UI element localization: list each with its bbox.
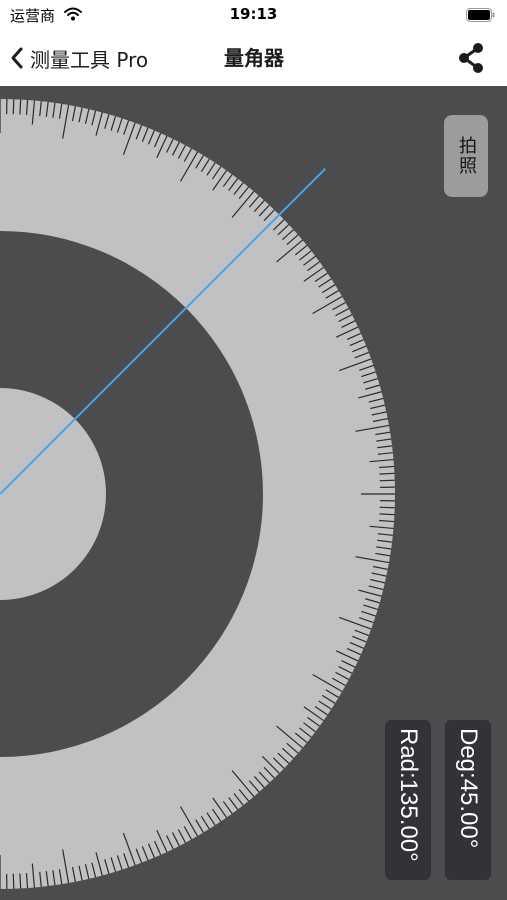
deg-readout-value: Deg:45.00°: [455, 728, 482, 849]
protractor-tick: [379, 479, 395, 482]
protractor-tick: [12, 873, 15, 889]
protractor-tick: [19, 99, 22, 115]
navigation-bar: 测量工具 Pro 量角器: [0, 30, 507, 86]
protractor-tick: [379, 472, 395, 475]
deg-readout: Deg:45.00°: [445, 720, 491, 880]
protractor-tick: [379, 506, 395, 509]
rad-readout-value: Rad:135.00°: [395, 728, 422, 862]
chevron-left-icon: [11, 47, 23, 69]
photo-button[interactable]: 拍照: [444, 115, 488, 197]
share-icon: [459, 43, 483, 73]
status-bar: 运营商 19:13: [0, 0, 507, 30]
protractor-stage[interactable]: 拍照 Rad:135.00° Deg:45.00°: [0, 86, 507, 900]
photo-button-label: 拍照: [456, 136, 477, 176]
protractor-tick: [379, 513, 395, 516]
protractor-tick: [12, 99, 15, 115]
protractor-tick: [19, 873, 22, 889]
rad-readout: Rad:135.00°: [385, 720, 431, 880]
back-button[interactable]: 测量工具 Pro: [10, 42, 148, 74]
status-time: 19:13: [229, 5, 278, 23]
back-button-label: 测量工具 Pro: [30, 47, 149, 72]
page-title: 量角器: [224, 46, 284, 70]
share-button[interactable]: [454, 40, 488, 76]
battery-icon: [466, 7, 496, 26]
